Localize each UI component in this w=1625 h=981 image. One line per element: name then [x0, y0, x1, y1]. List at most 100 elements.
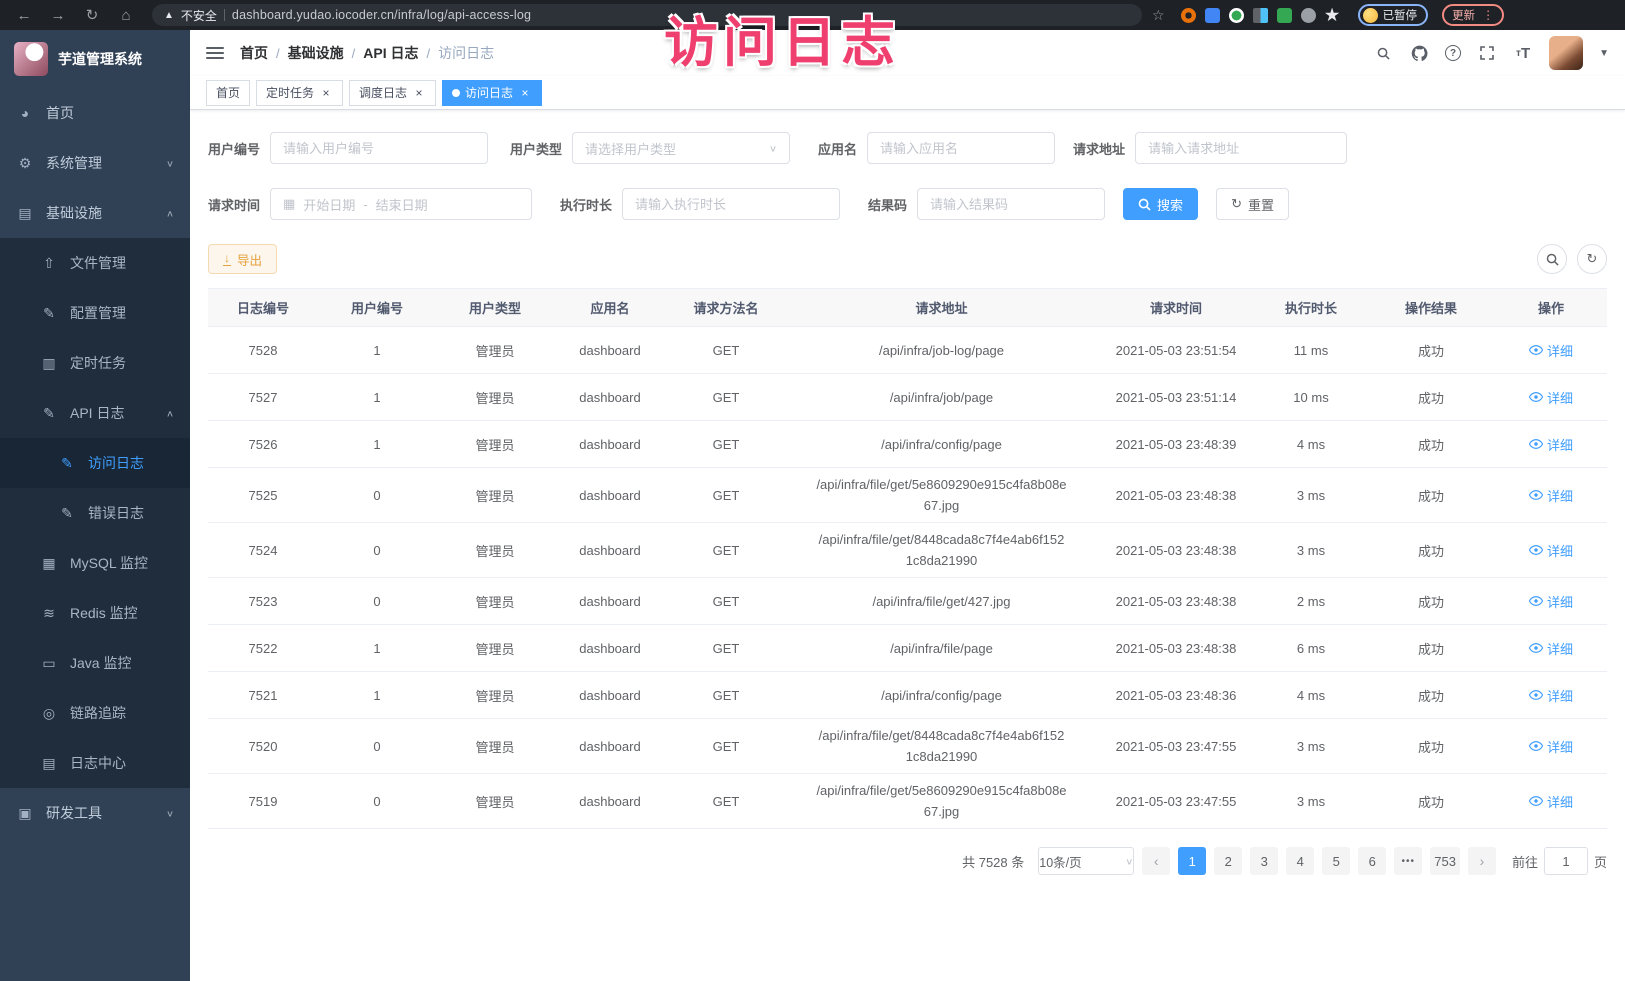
sidebar-menu-item[interactable]: ✎ 配置管理 — [0, 288, 190, 338]
address-bar[interactable]: ▲ 不安全 dashboard.yudao.iocoder.cn/infra/l… — [152, 4, 1142, 26]
sidebar-menu-item[interactable]: ▭ Java 监控 — [0, 638, 190, 688]
close-icon[interactable]: × — [412, 86, 426, 100]
next-page-button[interactable]: › — [1468, 847, 1496, 875]
chevron-down-icon[interactable]: ▼ — [1599, 48, 1609, 59]
fullscreen-icon[interactable] — [1477, 43, 1497, 63]
cell-user-type: 管理员 — [436, 541, 554, 560]
user-type-select[interactable]: 请选择用户类型 ∨ — [572, 132, 790, 164]
browser-back-icon[interactable]: ← — [10, 3, 38, 27]
redis-monitor-icon: ≋ — [40, 605, 58, 622]
browser-update-button[interactable]: 更新 ⋮ — [1442, 4, 1504, 26]
help-icon[interactable]: ? — [1445, 45, 1461, 61]
sidebar-menu-item[interactable]: ⇧ 文件管理 — [0, 238, 190, 288]
page-number-button[interactable]: 753 — [1430, 847, 1460, 875]
cell-app-name: dashboard — [554, 488, 666, 503]
result-code-input[interactable] — [930, 197, 1092, 212]
browser-profile-badge[interactable]: 已暂停 — [1358, 4, 1429, 26]
breadcrumb-item[interactable]: API 日志 — [363, 43, 418, 63]
app-name-field[interactable] — [867, 132, 1055, 164]
page-number-button[interactable]: 6 — [1358, 847, 1386, 875]
sidebar-menu-item[interactable]: ✎ 错误日志 — [0, 488, 190, 538]
close-icon[interactable]: × — [319, 86, 333, 100]
breadcrumb-item[interactable]: 首页 — [240, 43, 268, 63]
view-tab[interactable]: 调度日志 × — [349, 80, 436, 106]
extension-icon[interactable] — [1253, 8, 1268, 23]
sidebar-menu-item[interactable]: ▤ 基础设施 ∧ — [0, 188, 190, 238]
font-size-icon[interactable]: тT — [1513, 43, 1533, 63]
browser-home-icon[interactable]: ⌂ — [112, 3, 140, 27]
export-button[interactable]: ↓ 导出 — [208, 244, 277, 274]
cell-duration: 3 ms — [1255, 794, 1367, 809]
extension-icon[interactable] — [1301, 8, 1316, 23]
page-number-button[interactable]: 2 — [1214, 847, 1242, 875]
sidebar-menu-item[interactable]: ▤ 日志中心 — [0, 738, 190, 788]
request-url-field[interactable] — [1135, 132, 1347, 164]
view-tab[interactable]: 定时任务 × — [256, 80, 343, 106]
page-number-button[interactable]: 3 — [1250, 847, 1278, 875]
result-code-field[interactable] — [917, 188, 1105, 220]
page-size-select[interactable]: 10条/页 ∨ — [1038, 847, 1134, 875]
page-number-button[interactable]: 1 — [1178, 847, 1206, 875]
extension-icon[interactable] — [1205, 8, 1220, 23]
bookmark-star-icon[interactable]: ☆ — [1152, 7, 1165, 24]
detail-link[interactable]: 详细 — [1529, 486, 1573, 505]
user-id-field[interactable] — [270, 132, 488, 164]
goto-label: 前往 — [1512, 852, 1538, 871]
user-avatar[interactable] — [1549, 36, 1583, 70]
request-url-input[interactable] — [1148, 141, 1334, 156]
duration-field[interactable] — [622, 188, 840, 220]
request-time-range-picker[interactable]: ▦ 开始日期 - 结束日期 — [270, 188, 532, 220]
breadcrumb-item[interactable]: 基础设施 — [288, 43, 344, 63]
sidebar-menu-item[interactable]: ≋ Redis 监控 — [0, 588, 190, 638]
detail-link[interactable]: 详细 — [1529, 388, 1573, 407]
prev-page-button[interactable]: ‹ — [1142, 847, 1170, 875]
detail-link[interactable]: 详细 — [1529, 737, 1573, 756]
browser-forward-icon[interactable]: → — [44, 3, 72, 27]
duration-input[interactable] — [635, 197, 827, 212]
extension-icon[interactable] — [1181, 8, 1196, 23]
java-monitor-icon: ▭ — [40, 655, 58, 672]
reset-button[interactable]: ↻ 重置 — [1216, 188, 1289, 220]
user-id-input[interactable] — [283, 141, 475, 156]
github-icon[interactable] — [1409, 43, 1429, 63]
eye-icon — [1529, 796, 1543, 806]
sidebar-menu-item[interactable]: ◎ 链路追踪 — [0, 688, 190, 738]
detail-link[interactable]: 详细 — [1529, 592, 1573, 611]
page-number-button[interactable]: 4 — [1286, 847, 1314, 875]
chevron-icon: ∧ — [166, 408, 174, 418]
column-header: 应用名 — [554, 298, 666, 317]
page-number-button[interactable]: 5 — [1322, 847, 1350, 875]
extension-icon[interactable] — [1277, 8, 1292, 23]
sidebar-menu-item[interactable]: ▥ 定时任务 — [0, 338, 190, 388]
sidebar-menu-item[interactable]: ▣ 研发工具 ∨ — [0, 788, 190, 838]
sidebar-menu-item[interactable]: ✎ 访问日志 — [0, 438, 190, 488]
search-icon[interactable] — [1373, 43, 1393, 63]
sidebar-menu-item[interactable]: ⚙ 系统管理 ∨ — [0, 138, 190, 188]
app-name-input[interactable] — [880, 141, 1042, 156]
request-url-label: 请求地址 — [1073, 139, 1125, 158]
view-tab[interactable]: 首页 — [206, 80, 250, 106]
gear-icon: ⚙ — [16, 155, 34, 172]
browser-reload-icon[interactable]: ↻ — [78, 3, 106, 27]
extension-icon[interactable] — [1325, 8, 1340, 23]
sidebar-menu-item[interactable]: ▦ MySQL 监控 — [0, 538, 190, 588]
detail-link[interactable]: 详细 — [1529, 541, 1573, 560]
search-button[interactable]: 搜索 — [1123, 188, 1198, 220]
page-ellipsis[interactable]: ••• — [1394, 847, 1422, 875]
detail-link[interactable]: 详细 — [1529, 435, 1573, 454]
detail-link[interactable]: 详细 — [1529, 792, 1573, 811]
sidebar-menu-item[interactable]: ◕ 首页 — [0, 88, 190, 138]
refresh-table-button[interactable]: ↻ — [1577, 244, 1607, 274]
browser-menu-icon[interactable]: ⋮ — [1482, 8, 1494, 22]
detail-link[interactable]: 详细 — [1529, 639, 1573, 658]
goto-page-input[interactable] — [1544, 847, 1588, 875]
app-logo-row[interactable]: 芋道管理系统 — [0, 30, 190, 88]
close-icon[interactable]: × — [518, 86, 532, 100]
extension-icon[interactable] — [1229, 8, 1244, 23]
view-tab[interactable]: 访问日志 × — [442, 80, 542, 106]
detail-link[interactable]: 详细 — [1529, 686, 1573, 705]
toggle-search-button[interactable] — [1537, 244, 1567, 274]
detail-link[interactable]: 详细 — [1529, 341, 1573, 360]
sidebar-menu-item[interactable]: ✎ API 日志 ∧ — [0, 388, 190, 438]
hamburger-icon[interactable] — [206, 47, 224, 59]
